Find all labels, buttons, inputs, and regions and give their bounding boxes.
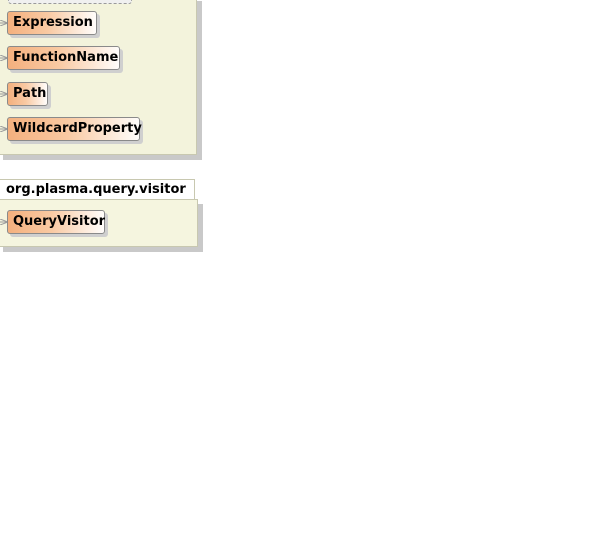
class-label: WildcardProperty — [13, 121, 142, 136]
class-label: QueryVisitor — [13, 214, 106, 229]
cut-off-class-element — [8, 0, 132, 4]
class-path[interactable]: Path — [7, 82, 48, 106]
class-wildcardproperty[interactable]: WildcardProperty — [7, 117, 142, 141]
class-label: Expression — [13, 15, 93, 30]
package-tab: org.plasma.query.visitor — [0, 179, 195, 199]
class-queryvisitor[interactable]: QueryVisitor — [7, 210, 105, 234]
class-expression[interactable]: Expression — [7, 11, 97, 35]
package-title: org.plasma.query.visitor — [6, 182, 186, 197]
class-label: FunctionName — [13, 50, 119, 65]
class-label: Path — [13, 86, 47, 101]
class-functionname[interactable]: FunctionName — [7, 46, 120, 70]
